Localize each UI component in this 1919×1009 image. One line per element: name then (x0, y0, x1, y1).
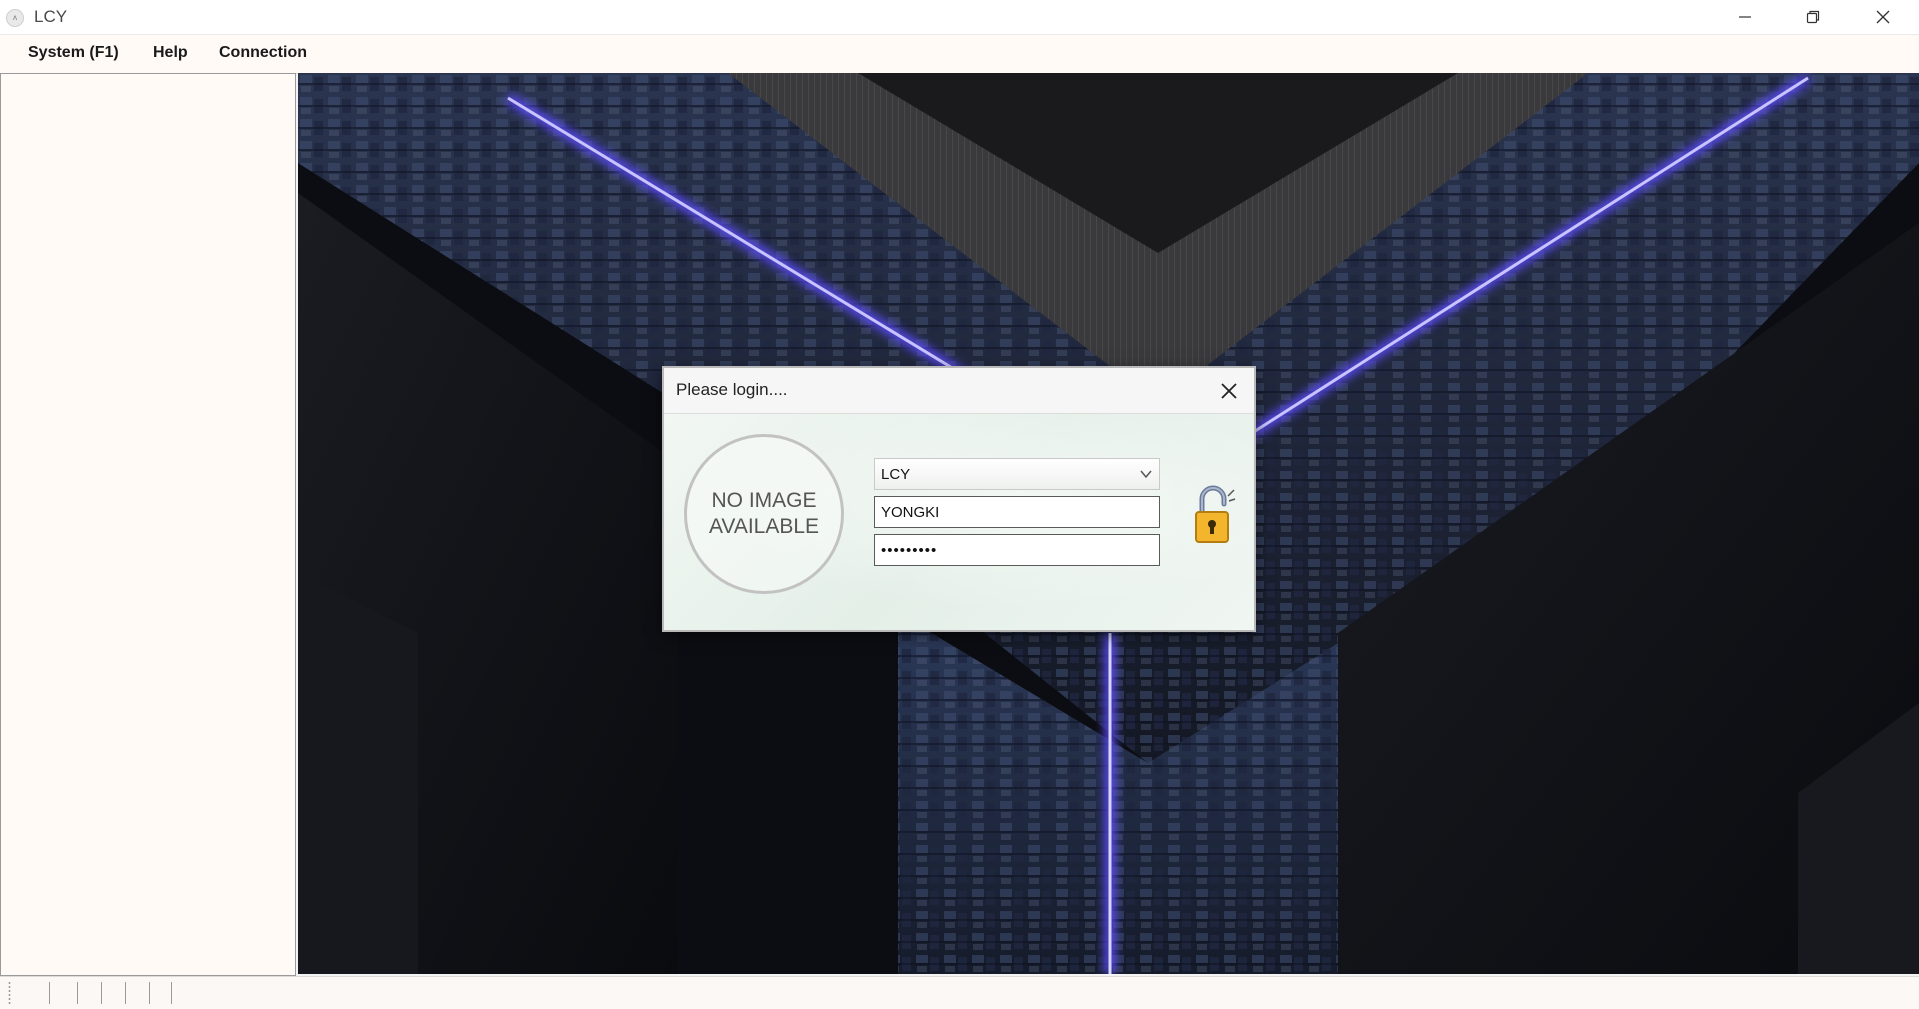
dialog-header: Please login.... (664, 368, 1254, 414)
password-field[interactable] (874, 534, 1160, 566)
dialog-title: Please login.... (676, 380, 788, 399)
dialog-close-button[interactable] (1214, 376, 1244, 406)
restore-icon (1806, 10, 1820, 24)
minimize-icon (1739, 16, 1751, 18)
database-select-value: LCY (881, 466, 911, 483)
status-bar (0, 976, 1919, 1009)
user-avatar-placeholder: NO IMAGE AVAILABLE (684, 434, 844, 594)
status-separator (101, 982, 102, 1004)
menu-system[interactable]: System (F1) (28, 44, 119, 62)
menu-connection[interactable]: Connection (219, 44, 307, 62)
app-icon[interactable]: ʌ (6, 9, 24, 27)
close-button[interactable] (1849, 0, 1917, 34)
status-separator (171, 982, 172, 1004)
username-field[interactable] (874, 496, 1160, 528)
menu-bar: System (F1) Help Connection (0, 35, 1919, 74)
status-separator (49, 982, 50, 1004)
database-select[interactable]: LCY (874, 458, 1160, 490)
window-title: LCY (34, 7, 68, 26)
dialog-body: NO IMAGE AVAILABLE LCY (664, 414, 1254, 630)
window-titlebar: ʌ LCY (0, 0, 1919, 35)
login-dialog: Please login.... NO IMAGE AVAILABLE LCY (662, 366, 1256, 632)
chevron-down-icon (1140, 470, 1152, 479)
left-side-panel (0, 73, 296, 976)
minimize-button[interactable] (1711, 0, 1779, 34)
restore-button[interactable] (1779, 0, 1847, 34)
close-icon (1876, 10, 1890, 24)
status-separator (125, 982, 126, 1004)
menu-help[interactable]: Help (153, 44, 188, 62)
status-separator (77, 982, 78, 1004)
unlocked-padlock-icon[interactable] (1192, 484, 1236, 546)
status-grip (8, 981, 11, 1005)
status-separator (149, 982, 150, 1004)
close-icon (1221, 383, 1237, 399)
